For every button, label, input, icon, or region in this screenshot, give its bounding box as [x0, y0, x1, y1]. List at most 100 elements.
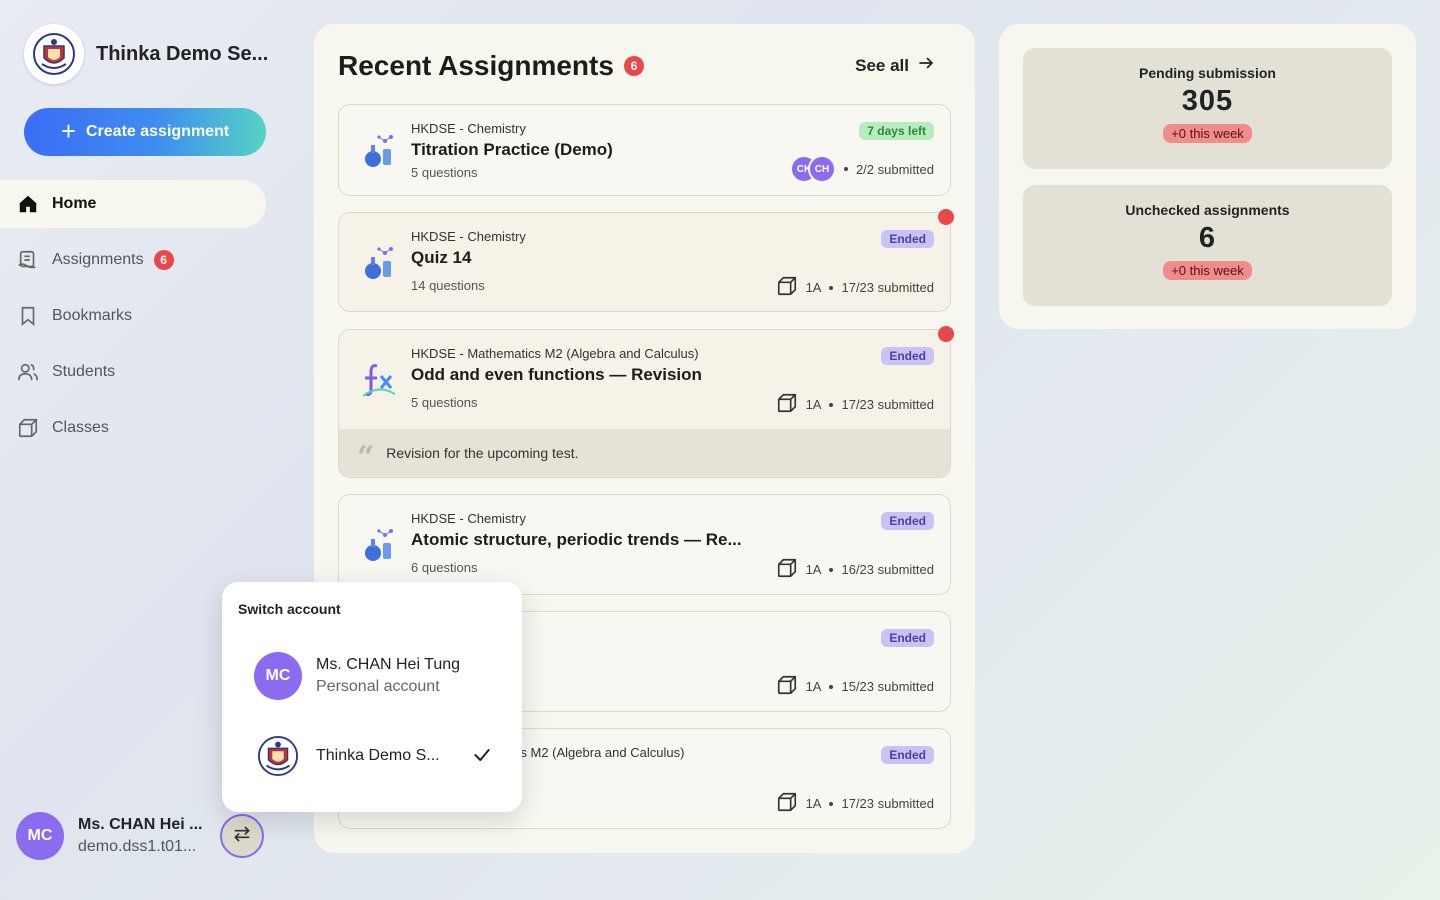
card-subject: HKDSE - Mathematics M2 (Algebra and Calc…: [411, 346, 699, 361]
account-text: Ms. CHAN Hei Tung Personal account: [316, 656, 460, 696]
sidebar-nav: Home Assignments 6 Bookmarks Students Cl…: [0, 180, 266, 460]
separator-dot: [829, 402, 834, 407]
chemistry-icon: [359, 243, 399, 283]
class-name: 1A: [805, 562, 822, 577]
see-all-link[interactable]: See all: [855, 54, 935, 77]
card-title: Quiz 14: [411, 248, 472, 267]
account-name: Ms. CHAN Hei Tung: [316, 656, 461, 673]
class-icon: [776, 791, 798, 816]
assignments-count-badge: 6: [623, 56, 644, 76]
current-user[interactable]: MC Ms. CHAN Hei ... demo.dss1.t01...: [16, 812, 202, 860]
card-title: Atomic structure, periodic trends — Re..…: [411, 530, 742, 549]
school-logo: [24, 24, 84, 84]
user-info: Ms. CHAN Hei ... demo.dss1.t01...: [78, 816, 202, 856]
assignment-note: “ Revision for the upcoming test.: [339, 429, 950, 477]
school-brand[interactable]: Thinka Demo Se...: [24, 24, 268, 84]
class-name: 1A: [805, 679, 822, 694]
card-meta: 1A 17/23 submitted: [776, 392, 934, 417]
card-meta: 1A 17/23 submitted: [776, 275, 934, 300]
see-all-label: See all: [855, 55, 909, 75]
math-function-icon: [359, 360, 399, 400]
assignment-card[interactable]: HKDSE - Chemistry Titration Practice (De…: [338, 104, 951, 196]
card-subject: HKDSE - Chemistry: [411, 121, 526, 136]
card-question-count: 5 questions: [411, 395, 478, 410]
submitted-count: 17/23 submitted: [841, 796, 934, 811]
stat-change-badge: +0 this week: [1163, 261, 1252, 280]
card-question-count: 14 questions: [411, 278, 485, 293]
separator-dot: [843, 167, 848, 171]
status-badge: Ended: [881, 746, 934, 764]
submitted-count: 17/23 submitted: [841, 280, 934, 295]
assignments-badge: 6: [153, 250, 174, 270]
sidebar-item-assignments[interactable]: Assignments 6: [0, 236, 266, 284]
status-badge: Ended: [881, 347, 934, 365]
sidebar-item-label: Students: [52, 363, 116, 380]
submitted-count: 17/23 submitted: [841, 397, 934, 412]
home-icon: [16, 192, 40, 216]
separator-dot: [829, 567, 834, 572]
card-subject: ics M2 (Algebra and Calculus): [511, 745, 685, 760]
stats-panel: Pending submission 305 +0 this week Unch…: [999, 24, 1416, 329]
note-text: Revision for the upcoming test.: [386, 445, 579, 461]
card-question-count: 5 questions: [411, 165, 478, 180]
stat-change-badge: +0 this week: [1163, 124, 1252, 143]
class-name: 1A: [805, 397, 822, 412]
swap-icon: [232, 824, 252, 849]
card-subject: HKDSE - Chemistry: [411, 229, 526, 244]
sidebar-item-bookmarks[interactable]: Bookmarks: [0, 292, 266, 340]
sidebar-item-students[interactable]: Students: [0, 348, 266, 396]
class-icon: [776, 275, 798, 300]
unread-indicator: [938, 209, 954, 225]
account-name: Thinka Demo S...: [316, 747, 440, 764]
sidebar-item-classes[interactable]: Classes: [0, 404, 266, 452]
school-logo: [254, 732, 302, 780]
account-type: Personal account: [316, 678, 440, 695]
sidebar-item-label: Assignments: [52, 251, 144, 268]
chemistry-icon: [359, 525, 399, 565]
assignment-card[interactable]: HKDSE - Chemistry Quiz 14 14 questions E…: [338, 212, 951, 312]
account-option-school[interactable]: Thinka Demo S...: [254, 732, 440, 780]
stat-pending-submission[interactable]: Pending submission 305 +0 this week: [1023, 48, 1392, 169]
avatar: MC: [254, 652, 302, 700]
create-assignment-label: Create assignment: [86, 123, 230, 140]
plus-icon: +: [60, 115, 76, 146]
status-badge: Ended: [881, 629, 934, 647]
switch-account-popover: Switch account MC Ms. CHAN Hei Tung Pers…: [222, 582, 522, 812]
switch-account-button[interactable]: [220, 814, 264, 858]
status-badge: 7 days left: [859, 122, 934, 140]
assignment-card[interactable]: HKDSE - Mathematics M2 (Algebra and Calc…: [338, 329, 951, 478]
sidebar-item-home[interactable]: Home: [0, 180, 266, 228]
card-meta: 1A 16/23 submitted: [776, 557, 934, 582]
submitted-count: 2/2 submitted: [855, 161, 934, 177]
stat-label: Unchecked assignments: [1125, 202, 1290, 218]
create-assignment-button[interactable]: + Create assignment: [24, 108, 266, 156]
user-email: demo.dss1.t01...: [78, 838, 197, 855]
unread-indicator: [938, 326, 954, 342]
status-badge: Ended: [881, 512, 934, 530]
card-question-count: 6 questions: [411, 560, 478, 575]
sidebar-item-label: Classes: [52, 419, 109, 436]
stat-value: 305: [1181, 85, 1234, 117]
class-name: 1A: [805, 280, 822, 295]
class-icon: [776, 557, 798, 582]
account-text: Thinka Demo S...: [316, 747, 440, 765]
status-badge: Ended: [881, 230, 934, 248]
popover-title: Switch account: [238, 601, 341, 617]
sidebar-item-label: Home: [52, 195, 97, 212]
card-meta: CK CH 2/2 submitted: [789, 155, 934, 183]
submitted-count: 16/23 submitted: [841, 562, 934, 577]
bookmark-icon: [16, 304, 40, 328]
stat-value: 6: [1198, 222, 1217, 254]
card-subject: HKDSE - Chemistry: [411, 511, 526, 526]
assignment-card[interactable]: HKDSE - Chemistry Atomic structure, peri…: [338, 494, 951, 595]
arrow-right-icon: [917, 54, 935, 77]
account-option-personal[interactable]: MC Ms. CHAN Hei Tung Personal account: [254, 652, 460, 700]
avatar: MC: [16, 812, 64, 860]
students-icon: [16, 360, 40, 384]
stat-unchecked-assignments[interactable]: Unchecked assignments 6 +0 this week: [1023, 185, 1392, 306]
classes-icon: [16, 416, 40, 440]
school-name: Thinka Demo Se...: [96, 42, 269, 65]
class-icon: [776, 392, 798, 417]
submitted-count: 15/23 submitted: [841, 679, 934, 694]
avatar: CH: [807, 155, 836, 183]
